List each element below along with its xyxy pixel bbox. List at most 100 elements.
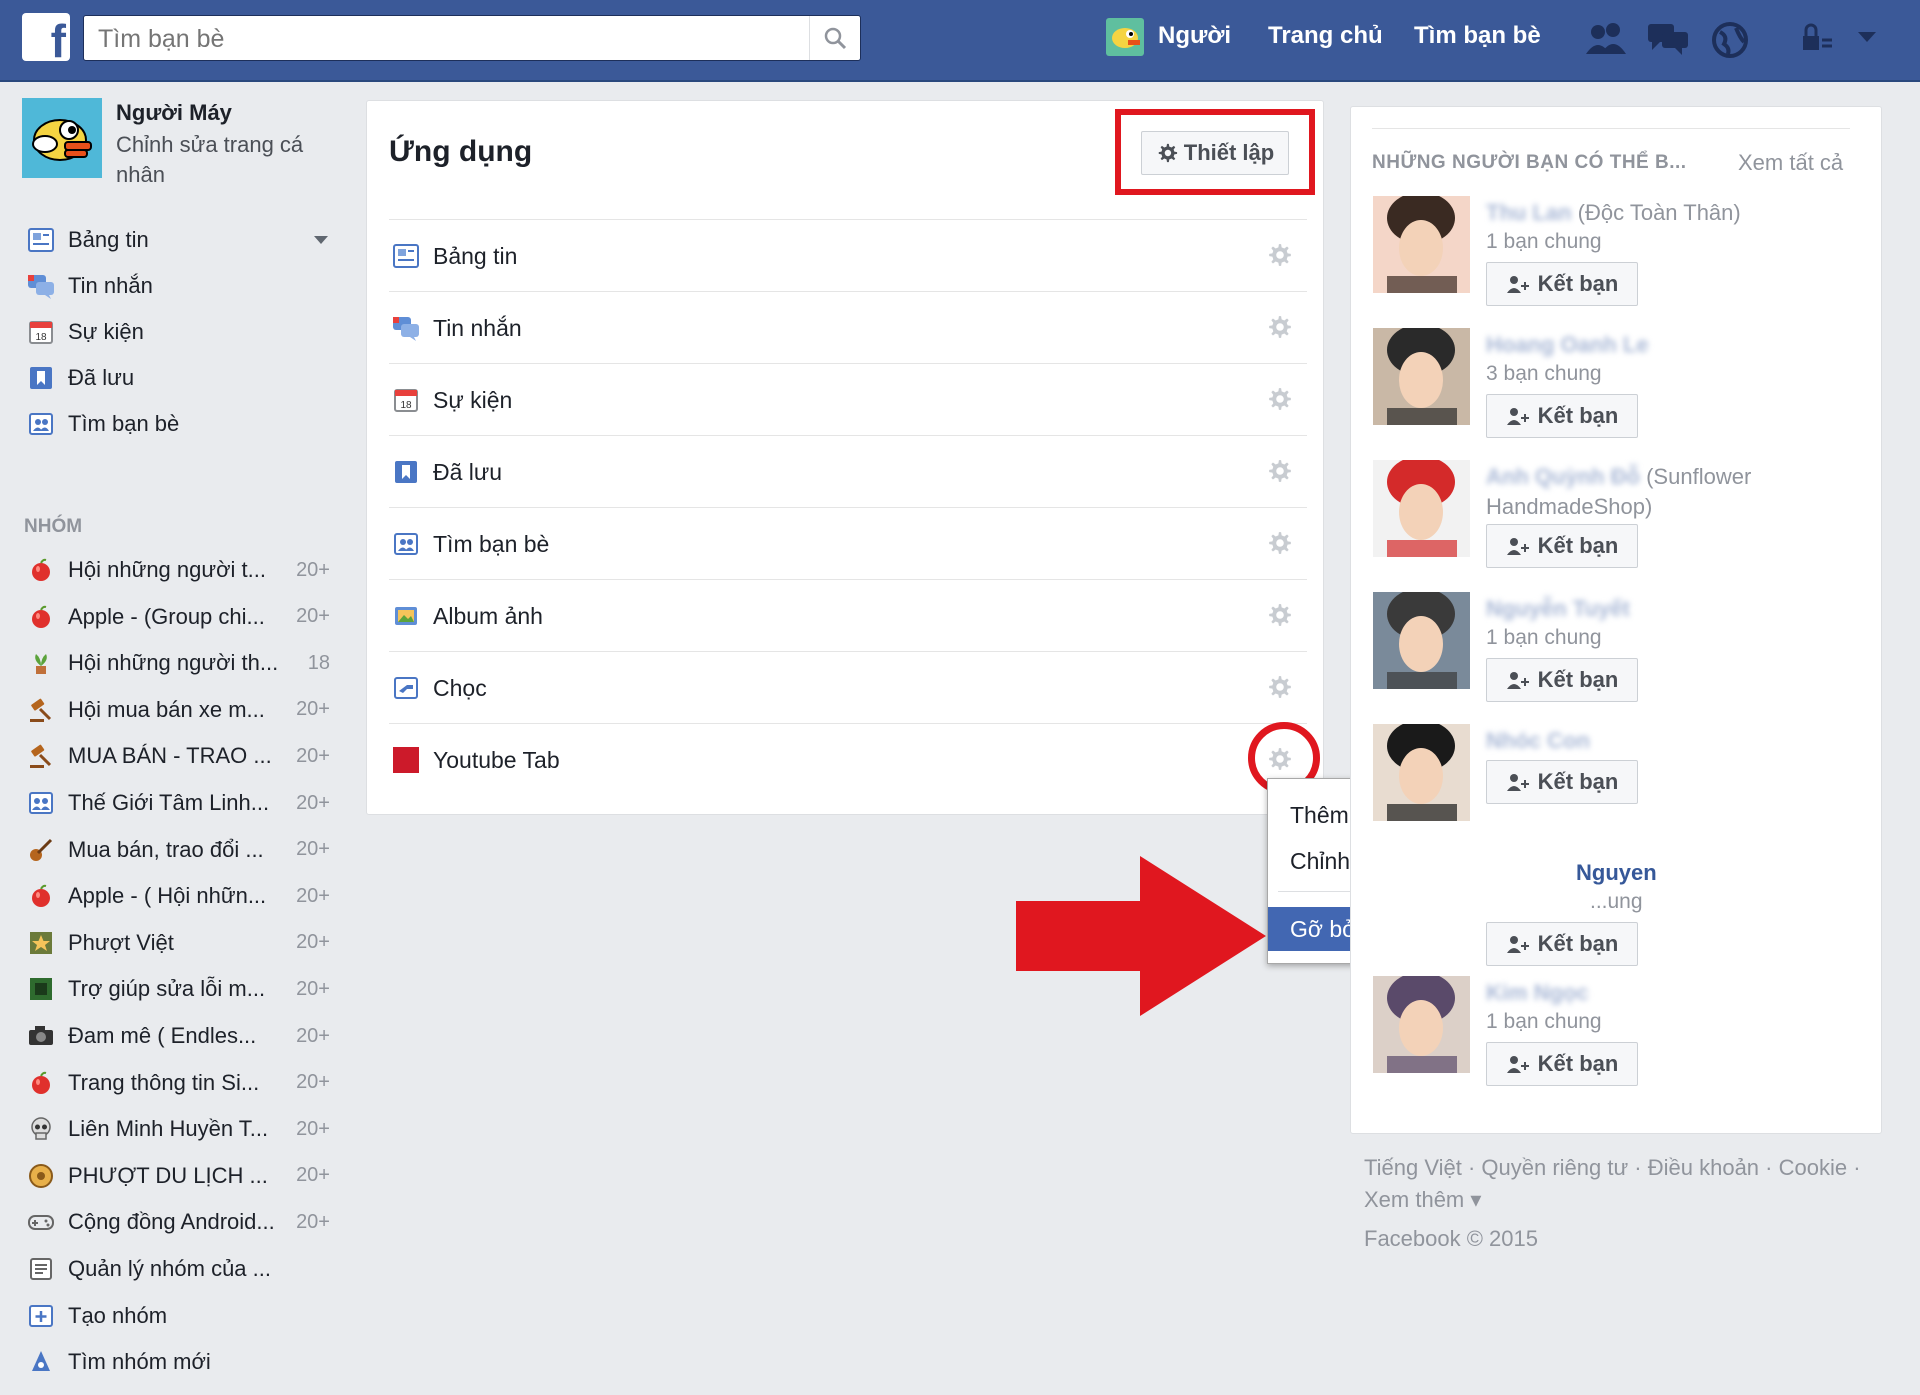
app-row[interactable]: Bảng tin xyxy=(389,219,1307,292)
nav-find-friends-link[interactable]: Tìm bạn bè xyxy=(1414,22,1541,50)
person-name-text[interactable]: Nhóc Con xyxy=(1486,728,1590,753)
group-list-item[interactable]: Quản lý nhóm của ... xyxy=(24,1251,340,1287)
add-friend-button[interactable]: Kết bạn xyxy=(1486,922,1638,966)
add-friend-icon xyxy=(1506,774,1529,791)
mutual-friends-count[interactable]: 1 bạn chung xyxy=(1486,230,1602,254)
group-list-item[interactable]: Hội những người th... 18 xyxy=(24,645,340,681)
group-list-item[interactable]: Apple - (Group chi... 20+ xyxy=(24,599,340,635)
person-name-text[interactable]: Nguyễn Tuyết xyxy=(1486,596,1630,621)
person-photo[interactable] xyxy=(1373,972,1470,1076)
gear-icon[interactable] xyxy=(1267,242,1293,274)
group-list-item[interactable]: Phượt Việt 20+ xyxy=(24,925,340,961)
sidebar-item-news-feed[interactable]: Bảng tin xyxy=(24,222,340,258)
star-badge-icon xyxy=(24,926,58,960)
search-input[interactable] xyxy=(96,22,790,56)
person-photo[interactable] xyxy=(1373,324,1470,428)
group-list-item[interactable]: Apple - ( Hội nhữn... 20+ xyxy=(24,878,340,914)
person-name[interactable]: Thu Lan (Độc Toàn Thân) xyxy=(1486,198,1866,228)
sidebar-item-events[interactable]: 18 Sự kiện xyxy=(24,314,340,350)
add-friend-button[interactable]: Kết bạn xyxy=(1486,658,1638,702)
gear-icon[interactable] xyxy=(1267,314,1293,346)
add-friend-label: Kết bạn xyxy=(1537,769,1619,794)
search-button[interactable] xyxy=(809,16,860,60)
settings-highlight-box xyxy=(1115,109,1315,195)
app-row[interactable]: Youtube Tab xyxy=(389,723,1307,796)
friend-requests-icon[interactable] xyxy=(1584,20,1628,58)
person-photo[interactable] xyxy=(1373,192,1470,296)
person-photo[interactable] xyxy=(1373,456,1470,560)
group-list-item[interactable]: Thế Giới Tâm Linh... 20+ xyxy=(24,785,340,821)
chevron-down-icon[interactable] xyxy=(314,236,328,244)
app-row[interactable]: 18 Sự kiện xyxy=(389,363,1307,436)
mutual-friends-count[interactable]: 1 bạn chung xyxy=(1486,1010,1602,1034)
group-list-item[interactable]: Trợ giúp sửa lỗi m... 20+ xyxy=(24,971,340,1007)
nav-profile-link[interactable]: Người xyxy=(1158,22,1231,50)
privacy-shortcuts-icon[interactable] xyxy=(1800,20,1834,58)
group-list-item[interactable]: Cộng đồng Android... 20+ xyxy=(24,1204,340,1240)
mutual-friends-count[interactable]: 3 bạn chung xyxy=(1486,362,1602,386)
apple-icon xyxy=(24,600,58,634)
nav-profile-avatar[interactable] xyxy=(1106,18,1144,56)
app-row[interactable]: Đã lưu xyxy=(389,435,1307,508)
person-photo[interactable] xyxy=(1373,720,1470,824)
nav-home-link[interactable]: Trang chủ xyxy=(1268,22,1383,50)
mutual-friends-count[interactable]: ...ung xyxy=(1590,890,1643,914)
add-friend-button[interactable]: Kết bạn xyxy=(1486,524,1638,568)
group-list-item[interactable]: Liên Minh Huyền T... 20+ xyxy=(24,1111,340,1147)
mutual-friends-count[interactable]: 1 bạn chung xyxy=(1486,626,1602,650)
chip-icon xyxy=(24,972,58,1006)
apple-icon xyxy=(24,553,58,587)
person-name[interactable]: Anh Quỳnh Đỗ (Sunflower HandmadeShop) xyxy=(1486,462,1866,522)
saved-icon xyxy=(24,361,58,395)
app-row[interactable]: Chọc xyxy=(389,651,1307,724)
add-friend-icon xyxy=(1506,672,1529,689)
person-name-text[interactable]: Hoang Oanh Le xyxy=(1486,332,1649,357)
footer-links[interactable]: Tiếng Việt · Quyền riêng tư · Điều khoản… xyxy=(1364,1152,1884,1216)
app-row[interactable]: Tin nhắn xyxy=(389,291,1307,364)
see-all-link[interactable]: Xem tất cả xyxy=(1738,150,1843,176)
person-name-text[interactable]: Thu Lan xyxy=(1486,200,1572,225)
group-list-item[interactable]: Đam mê ( Endles... 20+ xyxy=(24,1018,340,1054)
person-photo[interactable] xyxy=(1373,588,1470,692)
group-list-item[interactable]: Hội mua bán xe m... 20+ xyxy=(24,692,340,728)
app-row[interactable]: Album ảnh xyxy=(389,579,1307,652)
group-list-item[interactable]: Tạo nhóm xyxy=(24,1298,340,1334)
gear-icon[interactable] xyxy=(1267,602,1293,634)
group-list-item[interactable]: Tìm nhóm mới xyxy=(24,1344,340,1380)
person-name[interactable]: Kim Ngọc xyxy=(1486,978,1866,1008)
person-name[interactable]: Nguyễn Tuyết xyxy=(1486,594,1866,624)
group-list-item[interactable]: Mua bán, trao đổi ... 20+ xyxy=(24,832,340,868)
messages-icon[interactable] xyxy=(1646,20,1690,58)
group-list-item[interactable]: MUA BÁN - TRAO ... 20+ xyxy=(24,738,340,774)
profile-name[interactable]: Người Máy xyxy=(116,100,232,126)
edit-profile-link[interactable]: Chỉnh sửa trang cá nhân xyxy=(116,130,336,190)
sidebar-item-find-friends[interactable]: Tìm bạn bè xyxy=(24,406,340,442)
person-name-text[interactable]: Kim Ngọc xyxy=(1486,980,1589,1005)
sidebar-item-messages[interactable]: Tin nhắn xyxy=(24,268,340,304)
app-name: Đã lưu xyxy=(433,458,503,485)
svg-text:18: 18 xyxy=(400,400,412,411)
account-menu-chevron-icon[interactable] xyxy=(1856,30,1878,44)
profile-avatar[interactable] xyxy=(22,98,102,178)
notifications-globe-icon[interactable] xyxy=(1710,20,1750,60)
gear-icon[interactable] xyxy=(1267,530,1293,562)
person-name[interactable]: Nguyen xyxy=(1576,858,1920,888)
person-name[interactable]: Hoang Oanh Le xyxy=(1486,330,1866,360)
events-icon: 18 xyxy=(24,315,58,349)
add-friend-button[interactable]: Kết bạn xyxy=(1486,1042,1638,1086)
add-friend-button[interactable]: Kết bạn xyxy=(1486,262,1638,306)
facebook-logo[interactable]: f xyxy=(22,13,70,61)
group-list-item[interactable]: PHƯỢT DU LỊCH ... 20+ xyxy=(24,1158,340,1194)
sidebar-item-saved[interactable]: Đã lưu xyxy=(24,360,340,396)
gear-icon[interactable] xyxy=(1267,674,1293,706)
add-friend-button[interactable]: Kết bạn xyxy=(1486,760,1638,804)
gear-icon[interactable] xyxy=(1267,458,1293,490)
gear-icon[interactable] xyxy=(1267,386,1293,418)
person-name-text[interactable]: Anh Quỳnh Đỗ xyxy=(1486,464,1640,489)
app-row[interactable]: Tìm bạn bè xyxy=(389,507,1307,580)
group-list-item[interactable]: Hội những người t... 20+ xyxy=(24,552,340,588)
add-friend-button[interactable]: Kết bạn xyxy=(1486,394,1638,438)
group-list-item[interactable]: Trang thông tin Si... 20+ xyxy=(24,1065,340,1101)
person-name[interactable]: Nhóc Con xyxy=(1486,726,1866,756)
person-name-text[interactable]: Nguyen xyxy=(1576,860,1657,885)
